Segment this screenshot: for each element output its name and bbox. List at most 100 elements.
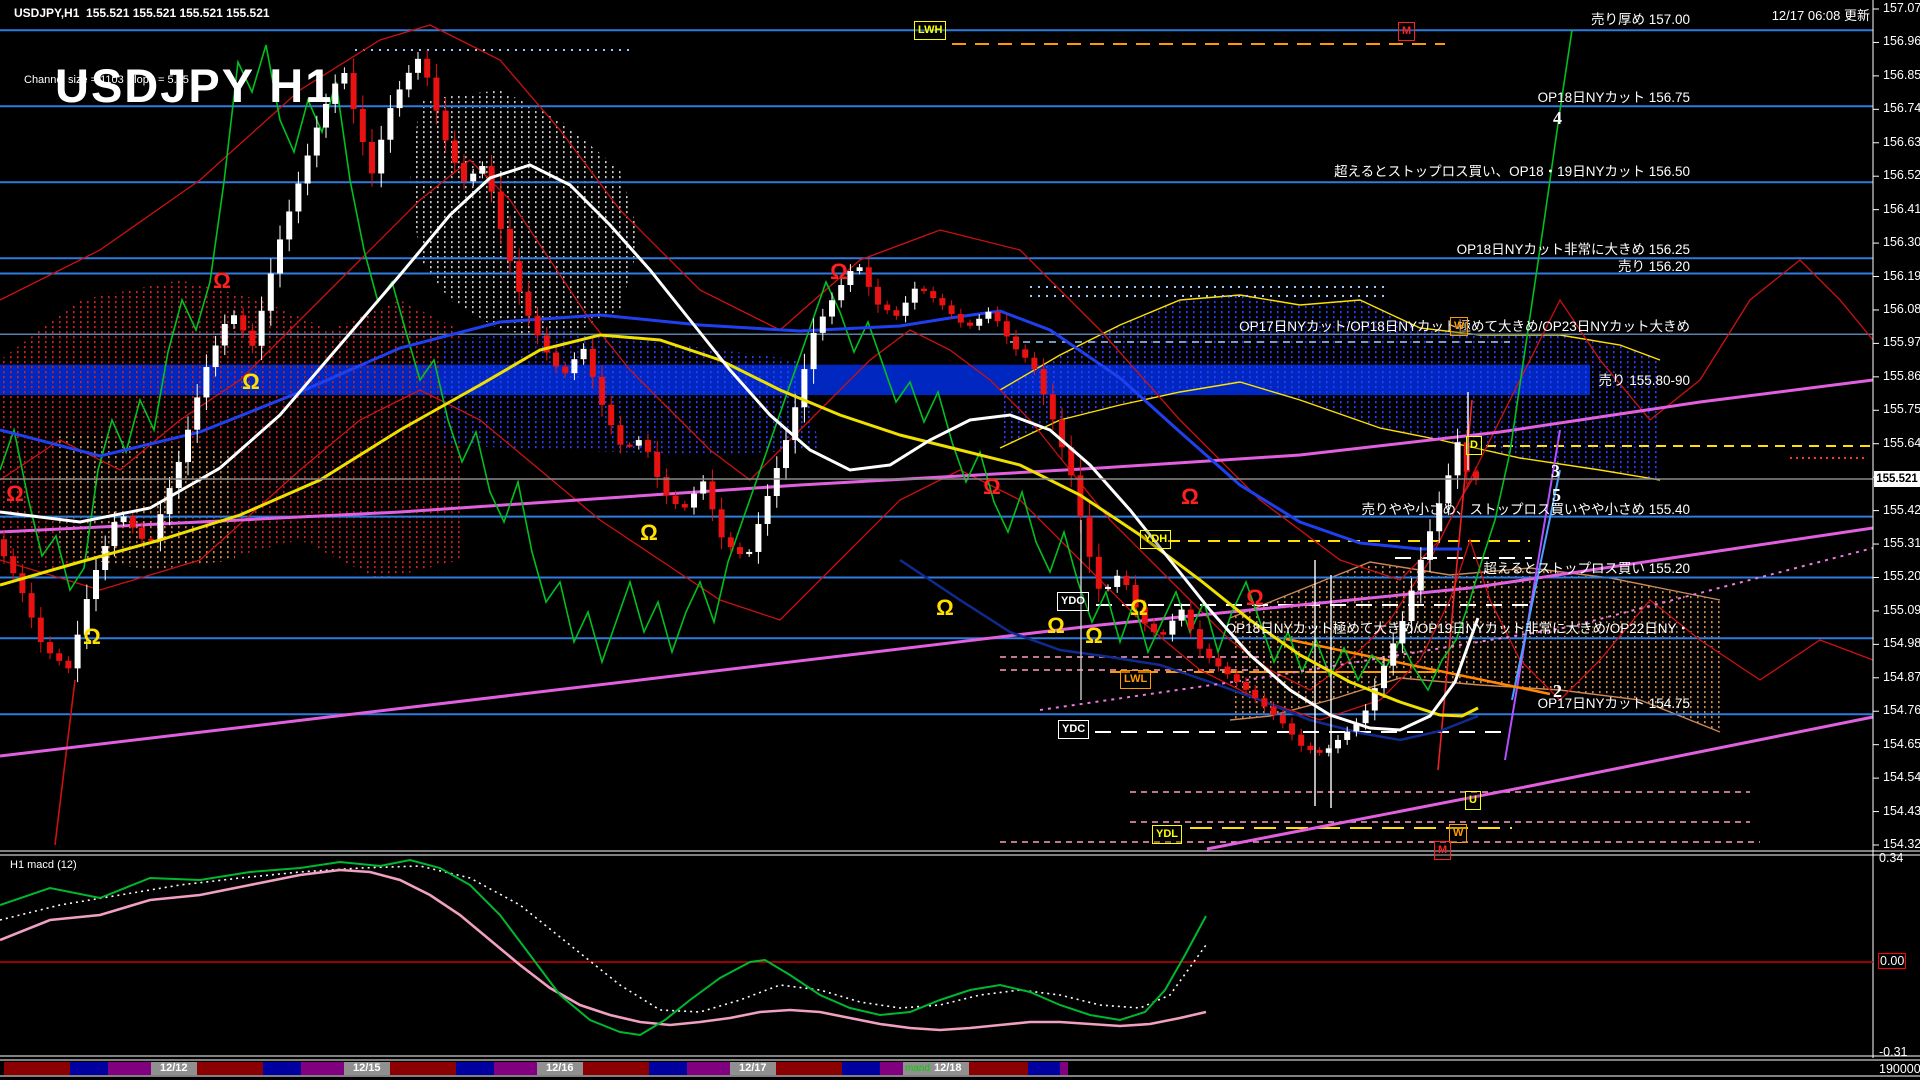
symbol-ohlc-readout: USDJPY,H1 155.521 155.521 155.521 155.52… <box>14 6 270 20</box>
omega-signal-icon: Ω <box>1130 595 1148 621</box>
price-tick: 154.320 <box>1883 837 1920 851</box>
timeline-segment[interactable] <box>70 1062 108 1075</box>
price-tick: 155.090 <box>1883 603 1920 617</box>
blue-dot-cloud-mid <box>440 330 820 455</box>
level-annotation: OP18日NYカット極めて大きめ/OP19日NYカット非常に大きめ/OP22日N… <box>1226 617 1690 637</box>
marker-box-w: W <box>1450 317 1468 336</box>
price-tick: 154.540 <box>1883 770 1920 784</box>
marker-box-w: W <box>1449 824 1467 843</box>
timeline-segment[interactable] <box>494 1062 537 1075</box>
current-price-box: 155.521 <box>1874 471 1920 487</box>
level-annotation: 超えるとストップロス買い、OP18・19日NYカット 156.50 <box>1334 160 1690 180</box>
timeline-segment[interactable] <box>1028 1062 1060 1075</box>
wave-count-label: 2 <box>1553 681 1562 702</box>
marker-box-lwl: LWL <box>1120 670 1151 689</box>
level-annotation: 超えるとストップロス買い 155.20 <box>1483 557 1690 577</box>
timeline-segment[interactable] <box>263 1062 301 1075</box>
timeline-segment[interactable] <box>108 1062 151 1075</box>
price-tick: 155.970 <box>1883 335 1920 349</box>
omega-signal-icon: Ω <box>6 481 24 507</box>
timeline-segment[interactable] <box>842 1062 880 1075</box>
macd-axis-tick: 0.34 <box>1879 851 1903 865</box>
price-tick: 155.420 <box>1883 503 1920 517</box>
timeline-segment[interactable] <box>456 1062 494 1075</box>
price-tick: 154.430 <box>1883 804 1920 818</box>
macd-green-line <box>0 860 1206 1035</box>
price-tick: 156.190 <box>1883 269 1920 283</box>
price-tick: 154.650 <box>1883 737 1920 751</box>
omega-signal-icon: Ω <box>830 259 848 285</box>
marker-box-ydl: YDL <box>1152 825 1182 844</box>
macd-axis-tick: 190000 <box>1879 1062 1920 1076</box>
wave-count-label: 5 <box>1552 485 1561 506</box>
timeline-segment[interactable] <box>649 1062 687 1075</box>
price-tick: 154.760 <box>1883 703 1920 717</box>
level-annotation: 売りやや小さめ、ストップロス買いやや小さめ 155.40 <box>1361 498 1690 518</box>
price-tick: 155.640 <box>1883 436 1920 450</box>
level-annotation: 売り 156.20 <box>1618 255 1690 275</box>
level-annotation: OP18日NYカット 156.75 <box>1538 86 1690 106</box>
timeline-date-label: 12/16 <box>546 1062 574 1074</box>
omega-signal-icon: Ω <box>936 595 954 621</box>
omega-signal-icon: Ω <box>213 268 231 294</box>
timeline-segment[interactable] <box>583 1062 649 1075</box>
timeline-extra-label: mand <box>905 1063 930 1074</box>
mt4-chart-window: USDJPY,H1 155.521 155.521 155.521 155.52… <box>0 0 1920 1080</box>
price-tick: 156.300 <box>1883 235 1920 249</box>
marker-box-ydh: YDH <box>1140 530 1171 549</box>
macd-indicator-label: H1 macd (12) <box>10 859 77 871</box>
timeline-segment[interactable] <box>4 1062 70 1075</box>
timeline-segment[interactable] <box>301 1062 344 1075</box>
omega-signal-icon: Ω <box>983 474 1001 500</box>
timeline-segment[interactable] <box>776 1062 842 1075</box>
timeline-segment[interactable] <box>687 1062 730 1075</box>
marker-box-lwh: LWH <box>914 21 946 40</box>
price-tick: 156.960 <box>1883 34 1920 48</box>
timeline-segment[interactable] <box>969 1062 1028 1075</box>
price-tick: 156.520 <box>1883 168 1920 182</box>
timeline-segment[interactable] <box>1060 1062 1068 1075</box>
timeline-date-label: 12/18 <box>934 1062 962 1074</box>
price-tick: 156.410 <box>1883 202 1920 216</box>
marker-box-m: M <box>1398 22 1415 41</box>
price-tick: 154.870 <box>1883 670 1920 684</box>
marker-box-ydo: YDO <box>1057 592 1089 611</box>
level-annotation: 売り 155.80-90 <box>1598 369 1690 389</box>
price-tick: 154.980 <box>1883 636 1920 650</box>
price-tick: 156.740 <box>1883 101 1920 115</box>
omega-signal-icon: Ω <box>83 624 101 650</box>
omega-signal-icon: Ω <box>1085 623 1103 649</box>
timeline-segment[interactable] <box>880 1062 903 1075</box>
macd-axis-tick: 0.00 <box>1879 954 1905 968</box>
wave-count-label: 4 <box>1553 108 1562 129</box>
price-tick: 156.630 <box>1883 135 1920 149</box>
omega-signal-icon: Ω <box>1181 484 1199 510</box>
price-tick: 156.850 <box>1883 68 1920 82</box>
overlay-magenta-b <box>1207 717 1873 849</box>
price-tick: 156.080 <box>1883 302 1920 316</box>
marker-box-u: U <box>1465 791 1481 810</box>
level-annotation: 売り厚め 157.00 <box>1591 8 1690 28</box>
price-tick: 155.200 <box>1883 569 1920 583</box>
omega-signal-icon: Ω <box>640 520 658 546</box>
omega-signal-icon: Ω <box>1246 585 1264 611</box>
marker-box-d: D <box>1466 436 1482 455</box>
price-tick: 155.310 <box>1883 536 1920 550</box>
omega-signal-icon: Ω <box>1047 613 1065 639</box>
price-tick: 157.070 <box>1883 1 1920 15</box>
marker-box-ydc: YDC <box>1058 720 1089 739</box>
timeline-date-label: 12/17 <box>739 1062 767 1074</box>
price-tick: 155.750 <box>1883 402 1920 416</box>
overlay-red-left-drop <box>55 680 75 845</box>
update-timestamp: 12/17 06:08 更新 <box>1772 5 1870 24</box>
timeline-date-label: 12/12 <box>160 1062 188 1074</box>
wave-count-label: 3 <box>1551 461 1560 482</box>
marker-box-m: M <box>1434 841 1451 860</box>
price-tick: 155.860 <box>1883 369 1920 383</box>
timeline-segment[interactable] <box>197 1062 263 1075</box>
timeline-segment[interactable] <box>390 1062 456 1075</box>
macd-pink-line <box>0 870 1206 1030</box>
omega-signal-icon: Ω <box>242 369 260 395</box>
chart-watermark: USDJPY H1 <box>55 58 333 113</box>
timeline-date-label: 12/15 <box>353 1062 381 1074</box>
